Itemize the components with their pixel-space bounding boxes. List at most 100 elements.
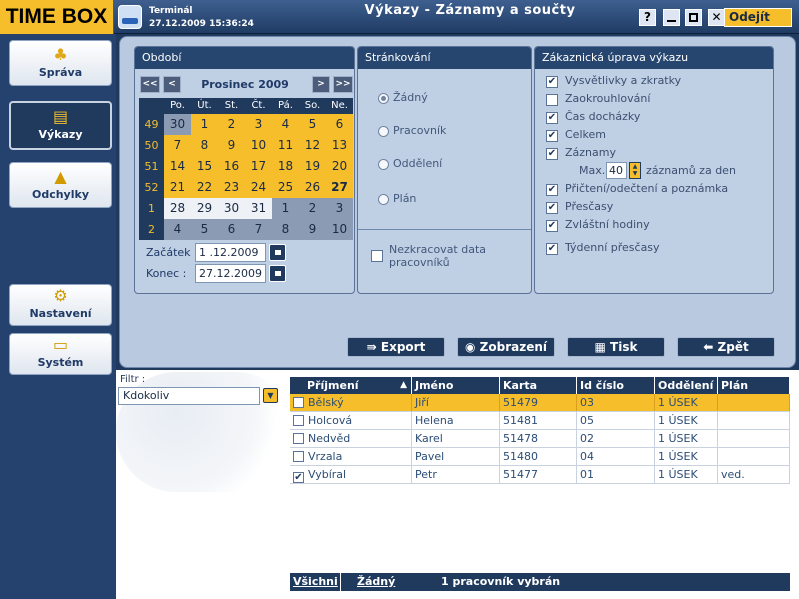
- cal-day[interactable]: 28: [164, 198, 191, 219]
- column-header[interactable]: Plán: [718, 377, 790, 394]
- select-all-link[interactable]: Všichni: [293, 573, 341, 591]
- customization-checkbox[interactable]: ✔: [546, 202, 558, 214]
- cal-day[interactable]: 27: [326, 177, 353, 198]
- nezkracovat-checkbox[interactable]: [371, 250, 383, 262]
- customization-checkbox[interactable]: ✔: [546, 76, 558, 88]
- cal-day[interactable]: 1: [191, 114, 218, 135]
- customization-checkbox[interactable]: ✔: [546, 220, 558, 232]
- customization-checkbox[interactable]: ✔: [546, 243, 558, 255]
- cal-day[interactable]: 26: [299, 177, 326, 198]
- cal-day[interactable]: 24: [245, 177, 272, 198]
- cal-day[interactable]: 22: [191, 177, 218, 198]
- customization-checkbox[interactable]: ✔: [546, 148, 558, 160]
- end-date-picker-icon[interactable]: [269, 265, 286, 282]
- table-row[interactable]: Holcová Helena 51481 05 1 ÚSEK: [290, 412, 790, 430]
- cal-day[interactable]: 2: [299, 198, 326, 219]
- column-header[interactable]: Jméno: [412, 377, 500, 394]
- cal-day[interactable]: 30: [218, 198, 245, 219]
- cal-day[interactable]: 10: [245, 135, 272, 156]
- cal-day[interactable]: 30: [164, 114, 191, 135]
- cal-day[interactable]: 14: [164, 156, 191, 177]
- cal-day[interactable]: 2: [218, 114, 245, 135]
- customization-checkbox[interactable]: ✔: [546, 184, 558, 196]
- customization-checkbox[interactable]: ✔: [546, 130, 558, 142]
- cal-day[interactable]: 4: [164, 219, 191, 240]
- cal-day[interactable]: 5: [191, 219, 218, 240]
- tisk-button[interactable]: ▦ Tisk: [567, 337, 665, 357]
- column-header[interactable]: Oddělení: [655, 377, 718, 394]
- cal-day[interactable]: 15: [191, 156, 218, 177]
- sidebar-item-vykazy[interactable]: ▤ Výkazy: [9, 101, 112, 150]
- sidebar-item-system[interactable]: ▭ Systém: [9, 333, 112, 375]
- cal-day[interactable]: 18: [272, 156, 299, 177]
- table-row[interactable]: Bělský Jiří 51479 03 1 ÚSEK: [290, 394, 790, 412]
- start-date-field[interactable]: 1 .12.2009: [195, 243, 266, 262]
- logout-button[interactable]: Odejít: [724, 8, 792, 27]
- cal-day[interactable]: 9: [218, 135, 245, 156]
- cal-day[interactable]: 11: [272, 135, 299, 156]
- max-records-stepper[interactable]: ▲ ▼: [629, 162, 641, 179]
- zpet-button[interactable]: ⬅ Zpět: [677, 337, 775, 357]
- cal-day[interactable]: 6: [326, 114, 353, 135]
- paging-radio-plan[interactable]: [378, 194, 389, 205]
- chevron-down-icon[interactable]: ▼: [263, 388, 278, 403]
- cal-day[interactable]: 21: [164, 177, 191, 198]
- cal-day[interactable]: 23: [218, 177, 245, 198]
- cal-day[interactable]: 4: [272, 114, 299, 135]
- customization-checkbox[interactable]: ✔: [546, 112, 558, 124]
- cal-day[interactable]: 8: [191, 135, 218, 156]
- column-header[interactable]: Karta: [500, 377, 577, 394]
- table-row[interactable]: Nedvěd Karel 51478 02 1 ÚSEK: [290, 430, 790, 448]
- cal-day[interactable]: 12: [299, 135, 326, 156]
- zobrazeni-button[interactable]: ◉ Zobrazení: [457, 337, 555, 357]
- cal-day[interactable]: 7: [245, 219, 272, 240]
- cal-day[interactable]: 16: [218, 156, 245, 177]
- row-checkbox[interactable]: [293, 451, 304, 462]
- cal-day[interactable]: 9: [299, 219, 326, 240]
- cal-day[interactable]: 17: [245, 156, 272, 177]
- close-button[interactable]: ✕: [708, 9, 725, 26]
- start-date-picker-icon[interactable]: [269, 244, 286, 261]
- column-header[interactable]: Id číslo: [577, 377, 655, 394]
- cal-day[interactable]: 29: [191, 198, 218, 219]
- cal-day[interactable]: 3: [326, 198, 353, 219]
- cal-day[interactable]: 10: [326, 219, 353, 240]
- help-button[interactable]: ?: [639, 9, 656, 26]
- export-button[interactable]: ⇛ Export: [347, 337, 445, 357]
- cal-day[interactable]: 20: [326, 156, 353, 177]
- customization-checkbox[interactable]: [546, 94, 558, 106]
- cal-day[interactable]: 31: [245, 198, 272, 219]
- cal-day[interactable]: 6: [218, 219, 245, 240]
- cal-day[interactable]: 25: [272, 177, 299, 198]
- row-checkbox[interactable]: ✔: [293, 472, 304, 483]
- filter-select[interactable]: Kdokoliv: [118, 387, 260, 405]
- cal-day[interactable]: 1: [272, 198, 299, 219]
- row-checkbox[interactable]: [293, 397, 304, 408]
- cal-prev-button[interactable]: <: [163, 76, 181, 93]
- row-checkbox[interactable]: [293, 415, 304, 426]
- cal-day[interactable]: 13: [326, 135, 353, 156]
- cal-last-button[interactable]: >>: [333, 76, 353, 93]
- sidebar-item-nastaveni[interactable]: ⚙ Nastavení: [9, 284, 112, 326]
- maximize-button[interactable]: [685, 9, 702, 26]
- table-row[interactable]: Vrzala Pavel 51480 04 1 ÚSEK: [290, 448, 790, 466]
- cal-day[interactable]: 5: [299, 114, 326, 135]
- cal-day[interactable]: 7: [164, 135, 191, 156]
- sidebar-item-odchylky[interactable]: ▲ Odchylky: [9, 162, 112, 208]
- column-header[interactable]: Příjmení ▲: [290, 377, 412, 394]
- paging-radio-oddeleni[interactable]: [378, 159, 389, 170]
- cal-day[interactable]: 19: [299, 156, 326, 177]
- cal-day[interactable]: 3: [245, 114, 272, 135]
- select-none-link[interactable]: Žádný: [357, 573, 395, 591]
- cal-day[interactable]: 8: [272, 219, 299, 240]
- paging-radio-zadny[interactable]: [378, 93, 389, 104]
- row-checkbox[interactable]: [293, 433, 304, 444]
- max-records-field[interactable]: 40: [606, 162, 627, 179]
- cal-first-button[interactable]: <<: [140, 76, 160, 93]
- sidebar-item-sprava[interactable]: ♣ Správa: [9, 40, 112, 86]
- end-date-field[interactable]: 27.12.2009: [195, 264, 266, 283]
- table-row[interactable]: ✔ Vybíral Petr 51477 01 1 ÚSEK ved.: [290, 466, 790, 484]
- cal-next-button[interactable]: >: [312, 76, 330, 93]
- minimize-button[interactable]: [663, 9, 680, 26]
- paging-radio-pracovnik[interactable]: [378, 126, 389, 137]
